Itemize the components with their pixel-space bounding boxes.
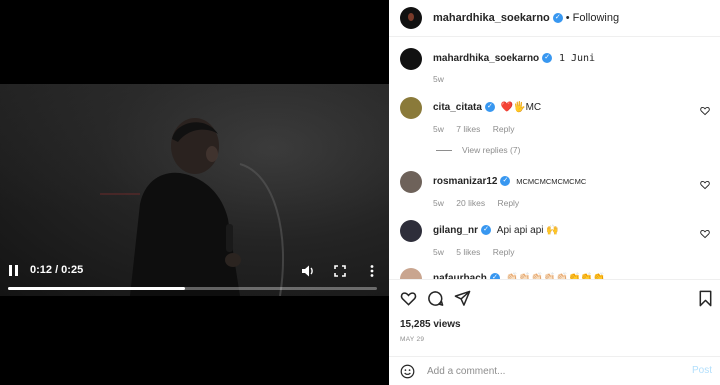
video-progress-fill (8, 287, 186, 290)
comment-username[interactable]: rosmanizar12 (433, 176, 497, 187)
more-options-icon[interactable] (364, 263, 380, 279)
comment-username[interactable]: cita_citata (433, 102, 482, 113)
share-send-icon[interactable] (454, 290, 471, 307)
comment-line: cita_citata ✓ ❤️🖐MC (433, 102, 541, 113)
video-player[interactable]: 0:12 / 0:25 (0, 0, 389, 385)
comment-meta: 5w 7 likes Reply (433, 124, 524, 134)
reply-button[interactable]: Reply (493, 247, 515, 257)
comment-text: Api api api 🙌 (496, 225, 559, 236)
like-comment-heart-icon[interactable] (700, 180, 710, 190)
like-comment-heart-icon[interactable] (700, 229, 710, 239)
following-button[interactable]: Following (573, 12, 619, 24)
comment-line: gilang_nr ✓ Api api api 🙌 (433, 225, 559, 236)
post-header: mahardhika_soekarno ✓ • Following (389, 0, 720, 37)
video-time: 0:12 / 0:25 (30, 264, 84, 276)
add-comment-input[interactable] (427, 362, 677, 380)
author-avatar[interactable] (400, 7, 422, 29)
instagram-post-modal: 0:12 / 0:25 mahardhika_soekarno ✓ • Foll… (0, 0, 720, 385)
save-bookmark-icon[interactable] (697, 290, 714, 307)
author-username[interactable]: mahardhika_soekarno (433, 12, 550, 24)
like-heart-icon[interactable] (400, 290, 417, 307)
comment-likes[interactable]: 20 likes (456, 198, 485, 208)
verified-badge-icon: ✓ (542, 53, 553, 64)
caption-avatar[interactable] (400, 48, 422, 70)
video-progress-bar[interactable] (8, 287, 377, 290)
caption-line: mahardhika_soekarno ✓ 1 Juni (433, 53, 595, 64)
view-replies-button[interactable]: View replies (7) (436, 145, 520, 155)
comment-text: MCMCMCMCMCMC (516, 177, 587, 186)
verified-badge-icon: ✓ (481, 225, 492, 236)
view-count[interactable]: 15,285 views (400, 319, 461, 330)
verified-badge-icon: ✓ (552, 13, 563, 23)
post-comment-button[interactable]: Post (692, 365, 712, 376)
commenter-avatar[interactable] (400, 97, 422, 119)
comment-meta: 5w 20 likes Reply (433, 198, 529, 208)
emoji-icon[interactable] (400, 364, 415, 379)
comment-likes[interactable]: 7 likes (456, 124, 480, 134)
post-sidebar: mahardhika_soekarno ✓ • Following mahard… (389, 0, 720, 385)
caption-username[interactable]: mahardhika_soekarno (433, 53, 539, 64)
comment-age: 5w (433, 247, 444, 257)
add-comment-bar: Post (389, 356, 720, 385)
comment-age: 5w (433, 124, 444, 134)
reply-button[interactable]: Reply (493, 124, 515, 134)
commenter-avatar[interactable] (400, 268, 422, 279)
comment-bubble-icon[interactable] (427, 290, 444, 307)
reply-button[interactable]: Reply (497, 198, 519, 208)
volume-icon[interactable] (300, 263, 316, 279)
comment-meta: 5w 5 likes Reply (433, 247, 524, 257)
fullscreen-icon[interactable] (332, 263, 348, 279)
comment-line: rosmanizar12 ✓ MCMCMCMCMCMC (433, 176, 586, 187)
caption-age: 5w (433, 74, 444, 84)
verified-badge-icon: ✓ (484, 102, 495, 113)
commenter-avatar[interactable] (400, 171, 422, 193)
like-comment-heart-icon[interactable] (700, 106, 710, 116)
comment-username[interactable]: gilang_nr (433, 225, 478, 236)
comment-likes[interactable]: 5 likes (456, 247, 480, 257)
header-separator: • (565, 12, 570, 24)
comment-age: 5w (433, 198, 444, 208)
caption-meta: 5w (433, 74, 454, 84)
caption-text: 1 Juni (558, 53, 596, 64)
comment-text: ❤️🖐MC (500, 102, 542, 113)
video-controls: 0:12 / 0:25 (0, 256, 389, 296)
pause-icon[interactable] (8, 265, 20, 277)
post-date: MAY 29 (400, 336, 425, 343)
verified-badge-icon: ✓ (500, 176, 511, 187)
commenter-avatar[interactable] (400, 220, 422, 242)
comments-list[interactable]: mahardhika_soekarno ✓ 1 Juni 5w cita_cita… (389, 38, 720, 279)
